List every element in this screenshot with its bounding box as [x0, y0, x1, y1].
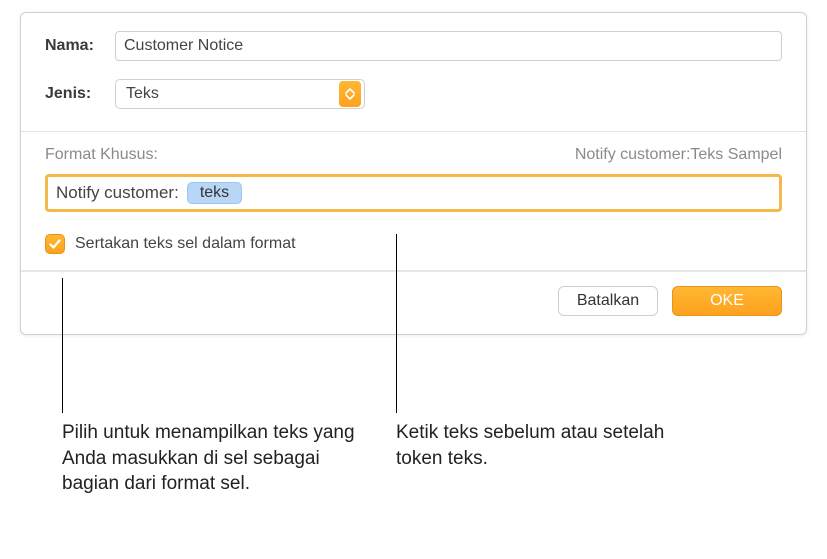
callout-text-right: Ketik teks sebelum atau setelah token te…: [396, 420, 696, 471]
ok-button-label: OKE: [710, 292, 744, 310]
format-header-left: Format Khusus:: [45, 146, 158, 164]
format-section: Format Khusus: Notify customer:Teks Samp…: [21, 132, 806, 220]
include-text-checkbox[interactable]: [45, 234, 65, 254]
callout-line-right: [396, 234, 397, 413]
format-field[interactable]: Notify customer: teks: [45, 174, 782, 212]
callout-text-left: Pilih untuk menampilkan teks yang Anda m…: [62, 420, 362, 497]
custom-format-dialog: Nama: Jenis: Teks Format Khusus: Notify …: [20, 12, 807, 335]
type-row: Jenis: Teks: [45, 79, 782, 109]
ok-button[interactable]: OKE: [672, 286, 782, 316]
text-token[interactable]: teks: [187, 182, 242, 204]
format-header-preview: Notify customer:Teks Sampel: [575, 146, 782, 164]
cancel-button[interactable]: Batalkan: [558, 286, 658, 316]
callout-line-left: [62, 278, 63, 413]
cancel-button-label: Batalkan: [577, 292, 639, 310]
include-text-label: Sertakan teks sel dalam format: [75, 235, 296, 253]
name-row: Nama:: [45, 31, 782, 61]
type-select-wrap: Teks: [115, 79, 365, 109]
format-prefix-text: Notify customer:: [56, 183, 179, 203]
checkbox-row: Sertakan teks sel dalam format: [21, 220, 806, 270]
name-input[interactable]: [115, 31, 782, 61]
format-header: Format Khusus: Notify customer:Teks Samp…: [45, 146, 782, 164]
type-label: Jenis:: [45, 85, 115, 103]
button-row: Batalkan OKE: [21, 271, 806, 334]
stepper-arrows-icon: [339, 81, 361, 107]
type-select-value: Teks: [126, 85, 159, 103]
type-select[interactable]: Teks: [115, 79, 365, 109]
form-section: Nama: Jenis: Teks: [21, 13, 806, 131]
name-label: Nama:: [45, 37, 115, 55]
